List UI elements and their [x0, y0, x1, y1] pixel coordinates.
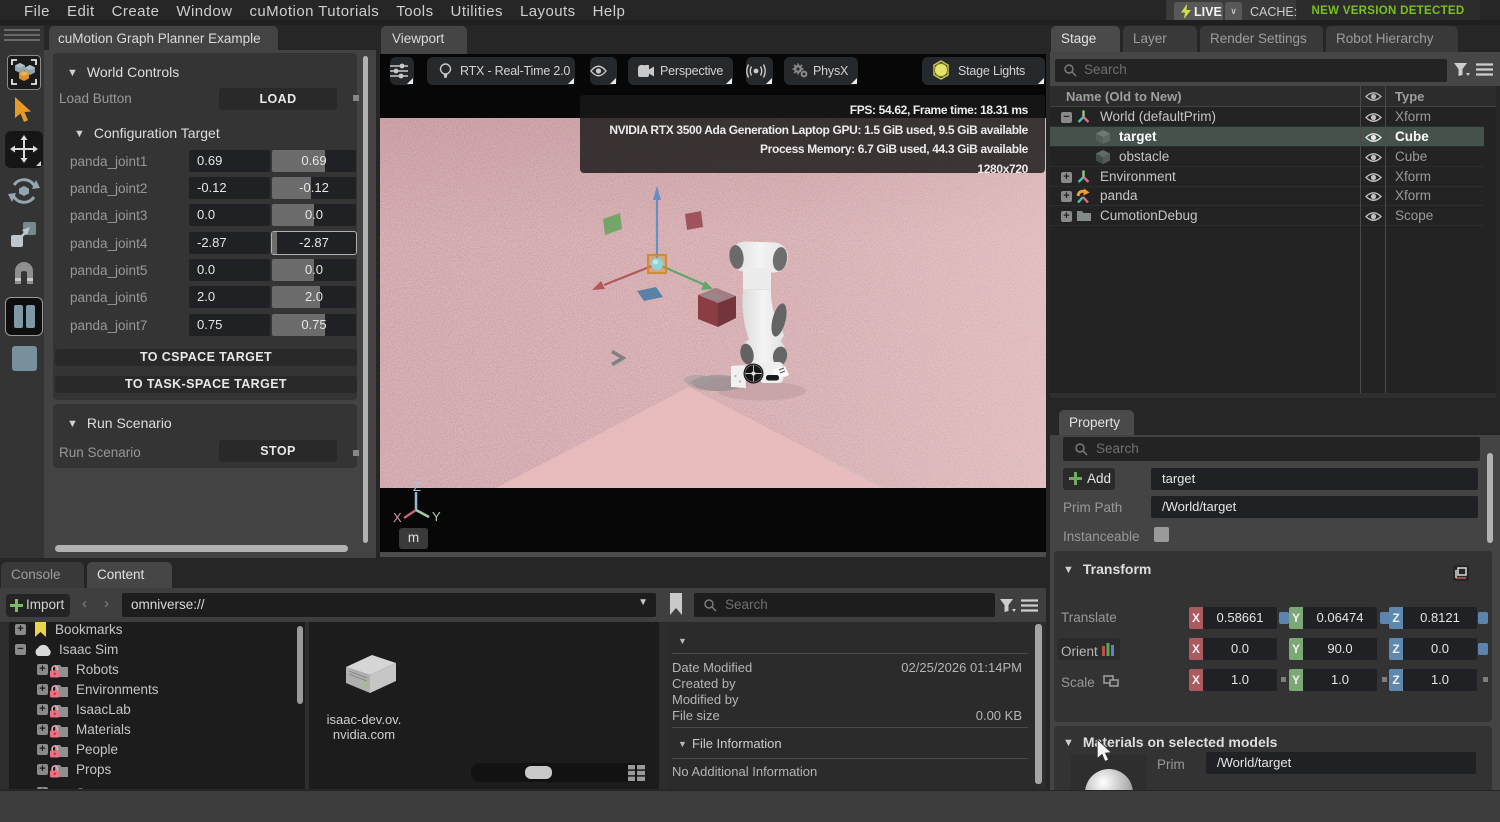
svg-text:Z: Z: [413, 482, 421, 494]
svg-text:Y: Y: [432, 509, 441, 524]
svg-text:X: X: [393, 510, 402, 525]
